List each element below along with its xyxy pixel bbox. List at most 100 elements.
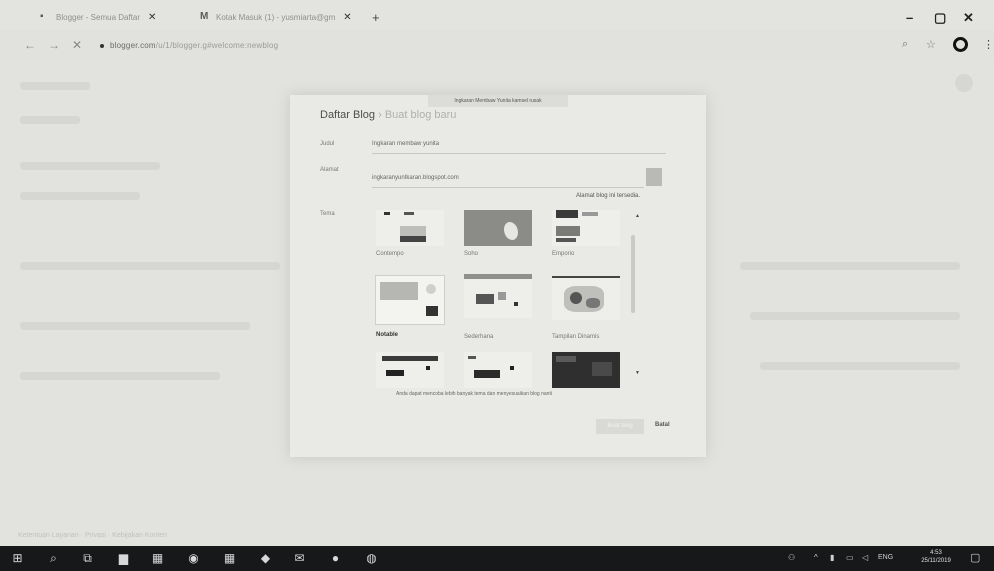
profile-icon[interactable] <box>953 37 968 52</box>
task-view-icon[interactable]: ⧉ <box>80 551 95 566</box>
search-icon[interactable]: ⌕ <box>46 551 61 566</box>
tab-bar: ▪ Blogger - Semua Daftar ✕ M Kotak Masuk… <box>0 0 994 30</box>
theme-note: Anda dapat mencoba lebih banyak tema dan… <box>396 391 552 397</box>
stop-button[interactable]: ✕ <box>72 38 82 52</box>
gmail-icon: M <box>200 11 209 22</box>
url-host: blogger.com <box>110 41 156 50</box>
theme-thumbnail <box>375 275 445 325</box>
app-icon[interactable]: ◆ <box>258 551 273 566</box>
maximize-button[interactable]: ▢ <box>934 10 946 26</box>
theme-option[interactable] <box>372 352 456 388</box>
theme-thumbnail <box>376 352 444 388</box>
address-status-icon <box>646 168 662 186</box>
theme-sederhana[interactable]: Sederhana <box>460 272 544 342</box>
minimize-button[interactable]: – <box>906 10 913 25</box>
theme-thumbnail <box>552 352 620 388</box>
battery-icon[interactable]: ▭ <box>846 553 854 562</box>
theme-name: Notable <box>376 332 399 338</box>
tab-gmail[interactable]: M Kotak Masuk (1) - yusmiarta@gm ✕ <box>200 6 365 28</box>
theme-grid: Contempo Soho Emporio Notable Sederhana … <box>372 210 638 388</box>
theme-option[interactable] <box>548 352 632 388</box>
file-explorer-icon[interactable]: ▆ <box>116 551 131 566</box>
theme-thumbnail <box>552 276 620 320</box>
address-bar: ← → ✕ blogger.com/u/1/blogger.g#welcome:… <box>0 30 994 62</box>
app-icon[interactable]: ▦ <box>222 551 237 566</box>
theme-scrollbar[interactable] <box>631 235 635 313</box>
tab-close-icon[interactable]: ✕ <box>343 12 351 23</box>
theme-name: Tampilan Dinamis <box>552 334 600 340</box>
address-availability-hint: Alamat blog ini tersedia. <box>575 193 640 199</box>
create-blog-button[interactable]: Buat blog <box>596 419 644 434</box>
search-icon[interactable]: ⌕ <box>902 38 908 51</box>
faded-sidebar-item <box>20 192 140 200</box>
close-window-button[interactable]: ✕ <box>963 10 974 26</box>
theme-thumbnail <box>552 210 620 246</box>
breadcrumb-current: Buat blog baru <box>384 109 457 121</box>
theme-tampilan-dinamis[interactable]: Tampilan Dinamis <box>548 272 632 342</box>
theme-soho[interactable]: Soho <box>460 210 544 280</box>
theme-name: Contempo <box>376 251 404 257</box>
url-field[interactable]: blogger.com/u/1/blogger.g#welcome:newblo… <box>100 41 278 50</box>
faded-content-row <box>20 262 280 270</box>
taskbar: ⊞ ⌕ ⧉ ▆ ▦ ◉ ▦ ◆ ✉ ● ◍ ⚇ ^ ▮ ▭ ◁ ENG 4:53… <box>0 546 994 571</box>
title-label: Judul <box>320 141 335 147</box>
theme-contempo[interactable]: Contempo <box>372 210 456 280</box>
dialog-breadcrumb: Daftar Blog › Buat blog baru <box>320 109 456 121</box>
faded-content-row <box>20 322 250 330</box>
blog-title-input[interactable]: Ingkaran membaw yunita <box>372 137 666 154</box>
blogger-icon: ▪ <box>40 11 44 22</box>
site-info-icon[interactable] <box>100 43 104 48</box>
star-icon[interactable]: ☆ <box>926 38 936 51</box>
theme-emporio[interactable]: Emporio <box>548 210 632 280</box>
tab-close-icon[interactable]: ✕ <box>148 12 156 23</box>
scroll-down-icon[interactable]: ▼ <box>635 370 640 376</box>
store-icon[interactable]: ▦ <box>150 551 165 566</box>
theme-name: Emporio <box>552 251 575 257</box>
theme-notable[interactable]: Notable <box>372 272 456 342</box>
chrome-icon[interactable]: ◉ <box>186 551 201 566</box>
scroll-up-icon[interactable]: ▲ <box>635 213 640 219</box>
breadcrumb-blog-list[interactable]: Daftar Blog <box>320 109 375 121</box>
notification-icon[interactable]: ▢ <box>970 551 980 564</box>
forward-button[interactable]: → <box>48 38 60 52</box>
tab-title: Blogger - Semua Daftar <box>56 12 141 22</box>
tab-blogger[interactable]: ▪ Blogger - Semua Daftar ✕ <box>40 6 190 28</box>
clock[interactable]: 4:53 25/11/2019 <box>912 549 960 565</box>
network-icon[interactable]: ▮ <box>830 553 834 562</box>
address-label: Alamat <box>320 167 339 173</box>
url-path: /u/1/blogger.g#welcome:newblog <box>155 41 279 50</box>
theme-thumbnail <box>464 352 532 388</box>
theme-thumbnail <box>464 274 532 318</box>
tab-title: Kotak Masuk (1) - yusmiarta@gm <box>216 12 336 22</box>
mail-icon[interactable]: ✉ <box>292 551 307 566</box>
blog-address-input[interactable]: ingkaranyuntkaran.blogspot.com <box>372 171 644 188</box>
theme-name: Soho <box>464 251 479 257</box>
faded-content-row <box>760 362 960 370</box>
theme-option[interactable] <box>460 352 544 388</box>
language-indicator[interactable]: ENG <box>878 554 893 561</box>
people-icon[interactable]: ⚇ <box>788 553 795 562</box>
back-button[interactable]: ← <box>24 38 36 52</box>
menu-icon[interactable]: ⋮ <box>983 38 994 51</box>
page-footer-text: Ketentuan Layanan · Privasi · Kebijakan … <box>18 532 168 539</box>
chevron-up-icon[interactable]: ^ <box>814 553 818 562</box>
chevron-right-icon: › <box>378 109 382 121</box>
theme-label: Tema <box>320 211 335 217</box>
create-blog-dialog: Ingkaran Membaw Yunita kamsel rusak Daft… <box>290 95 706 457</box>
new-tab-button[interactable]: + <box>372 10 380 25</box>
notification-toast: Ingkaran Membaw Yunita kamsel rusak <box>428 95 568 107</box>
faded-sidebar-item <box>20 162 160 170</box>
theme-thumbnail <box>464 210 532 246</box>
windows-start-icon[interactable]: ⊞ <box>10 551 25 566</box>
theme-name: Sederhana <box>464 334 494 340</box>
media-icon[interactable]: ● <box>328 551 343 566</box>
clock-date: 25/11/2019 <box>921 558 951 564</box>
faded-content-row <box>740 262 960 270</box>
faded-logo <box>20 82 90 90</box>
faded-content-row <box>20 372 220 380</box>
app-icon[interactable]: ◍ <box>364 551 379 566</box>
cancel-button[interactable]: Batal <box>655 422 670 428</box>
clock-time: 4:53 <box>930 550 942 556</box>
volume-icon[interactable]: ◁ <box>862 553 868 562</box>
theme-thumbnail <box>376 210 444 246</box>
